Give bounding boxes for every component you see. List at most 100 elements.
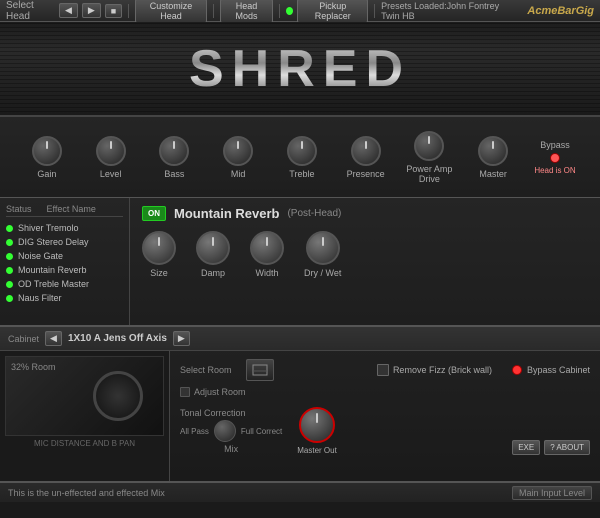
cabinet-visual: 32% Room MIC DISTANCE AND B PAN (0, 351, 170, 481)
level-knob-group: Level (79, 136, 143, 179)
bypass-cabinet-dot[interactable] (512, 365, 522, 375)
cabinet-body: 32% Room MIC DISTANCE AND B PAN Select R… (0, 351, 600, 481)
effect-name-dig: DIG Stereo Delay (18, 237, 89, 247)
gain-knob-group: Gain (15, 136, 79, 179)
cabinet-main-controls: Select Room Remove Fizz (Brick wall) By (170, 351, 600, 481)
tonal-mix-knob[interactable] (214, 420, 236, 442)
treble-knob-group: Treble (270, 136, 334, 179)
cabinet-name: 1X10 A Jens Off Axis (68, 333, 167, 344)
effect-item-naus[interactable]: Naus Filter (6, 291, 123, 305)
status-col-header: Status (6, 204, 32, 214)
presence-knob-group: Presence (334, 136, 398, 179)
bypass-cabinet-row: Bypass Cabinet (512, 365, 590, 375)
dry-wet-knob[interactable] (306, 231, 340, 265)
separator-3 (279, 4, 280, 18)
tonal-control-row: All Pass Full Correct (180, 420, 282, 442)
mid-knob[interactable] (223, 136, 253, 166)
acme-logo: AcmeBarGig (527, 5, 594, 17)
effect-item-noise[interactable]: Noise Gate (6, 249, 123, 263)
effect-item-od[interactable]: OD Treble Master (6, 277, 123, 291)
master-out-label: Master Out (297, 446, 337, 455)
active-effect-subtitle: (Post-Head) (287, 208, 341, 219)
effect-item-mountain[interactable]: Mountain Reverb (6, 263, 123, 277)
active-effect-header: ON Mountain Reverb (Post-Head) (142, 206, 588, 221)
damp-knob-group: Damp (196, 231, 230, 278)
effect-knobs-row: Size Damp Width Dry / Wet (142, 231, 588, 278)
master-label: Master (479, 169, 507, 179)
select-room-row: Select Room Remove Fizz (Brick wall) By (180, 359, 590, 381)
adjust-room-checkbox[interactable] (180, 387, 190, 397)
treble-knob[interactable] (287, 136, 317, 166)
size-knob-label: Size (150, 268, 168, 278)
bass-knob[interactable] (159, 136, 189, 166)
bass-knob-group: Bass (143, 136, 207, 179)
tonal-master-row: Tonal Correction All Pass Full Correct M… (180, 407, 590, 455)
effect-active-dot-naus (6, 295, 13, 302)
power-amp-drive-knob-group: Power Amp Drive (398, 131, 462, 184)
gain-knob[interactable] (32, 136, 62, 166)
width-knob-group: Width (250, 231, 284, 278)
separator-1 (128, 4, 129, 18)
room-icon-1[interactable] (246, 359, 274, 381)
effects-list: Status Effect Name Shiver Tremolo DIG St… (0, 198, 130, 325)
mid-knob-group: Mid (206, 136, 270, 179)
effect-active-dot-dig (6, 239, 13, 246)
bypass-status: Head is ON (534, 166, 575, 175)
status-message: This is the un-effected and effected Mix (8, 488, 502, 498)
exe-btn[interactable]: EXE (512, 440, 540, 455)
adjust-room-label: Adjust Room (194, 387, 246, 397)
master-knob[interactable] (478, 136, 508, 166)
presence-knob[interactable] (351, 136, 381, 166)
customize-head-btn[interactable]: Customize Head (135, 0, 207, 23)
pickup-replacer-btn[interactable]: Pickup Replacer (297, 0, 368, 23)
level-knob[interactable] (96, 136, 126, 166)
size-knob-group: Size (142, 231, 176, 278)
cabinet-toolbar: Cabinet ◀ 1X10 A Jens Off Axis ▶ (0, 327, 600, 351)
master-out-section: Master Out (297, 407, 337, 455)
treble-label: Treble (289, 169, 314, 179)
effect-name-od: OD Treble Master (18, 279, 89, 289)
effect-item-shiver[interactable]: Shiver Tremolo (6, 221, 123, 235)
cabinet-image: 32% Room (5, 356, 164, 436)
effect-active-dot-od (6, 281, 13, 288)
effect-name-naus: Naus Filter (18, 293, 62, 303)
nav-stop-btn[interactable]: ■ (105, 4, 122, 18)
separator-4 (374, 4, 375, 18)
bypass-section: Bypass Head is ON (525, 140, 585, 175)
effect-on-toggle[interactable]: ON (142, 206, 166, 221)
amp-controls: Gain Level Bass Mid Treble Presence Powe… (0, 117, 600, 197)
power-amp-drive-knob[interactable] (414, 131, 444, 161)
damp-knob[interactable] (196, 231, 230, 265)
active-effect-name: Mountain Reverb (174, 206, 279, 221)
bottom-icons: EXE ? ABOUT (512, 440, 590, 455)
size-knob[interactable] (142, 231, 176, 265)
remove-fizz-label: Remove Fizz (Brick wall) (393, 365, 492, 375)
bypass-indicator[interactable] (550, 153, 560, 163)
pickup-active-dot (286, 7, 293, 15)
effect-active-dot-noise (6, 253, 13, 260)
width-knob[interactable] (250, 231, 284, 265)
remove-fizz-toggle[interactable] (377, 364, 389, 376)
select-room-label: Select Room (180, 365, 232, 375)
width-knob-label: Width (255, 268, 278, 278)
room-svg-icon (251, 363, 269, 377)
dry-wet-knob-group: Dry / Wet (304, 231, 341, 278)
status-bar: This is the un-effected and effected Mix… (0, 482, 600, 502)
cabinet-nav-forward[interactable]: ▶ (173, 331, 190, 346)
amp-grille: SHRED (0, 22, 600, 117)
about-btn[interactable]: ? ABOUT (544, 440, 590, 455)
power-amp-drive-label: Power Amp Drive (398, 164, 462, 184)
nav-forward-btn[interactable]: ▶ (82, 3, 101, 18)
master-out-knob[interactable] (299, 407, 335, 443)
tonal-correction-section: Tonal Correction All Pass Full Correct M… (180, 408, 282, 454)
nav-back-btn[interactable]: ◀ (59, 3, 78, 18)
cabinet-section: Cabinet ◀ 1X10 A Jens Off Axis ▶ 32% Roo… (0, 327, 600, 482)
effect-active-dot-shiver (6, 225, 13, 232)
effect-item-dig[interactable]: DIG Stereo Delay (6, 235, 123, 249)
effects-detail: ON Mountain Reverb (Post-Head) Size Damp… (130, 198, 600, 325)
cabinet-nav-back[interactable]: ◀ (45, 331, 62, 346)
all-pass-label: All Pass (180, 427, 209, 436)
head-mods-btn[interactable]: Head Mods (220, 0, 273, 23)
amp-name: SHRED (189, 39, 411, 99)
effect-name-col-header: Effect Name (47, 204, 96, 214)
